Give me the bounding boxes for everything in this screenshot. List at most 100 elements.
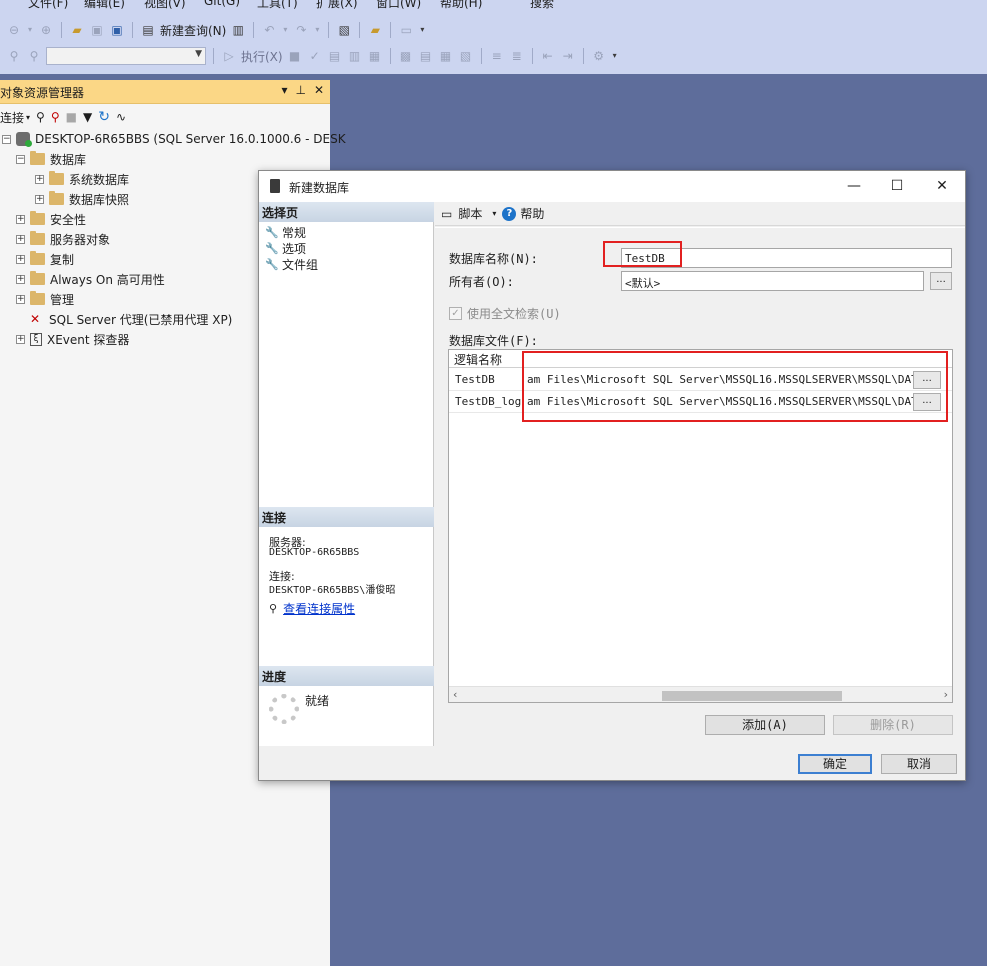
expand-icon[interactable]: + [16,334,25,344]
dropdown-arrow-icon[interactable]: ▾ [281,22,289,38]
help-button[interactable]: 帮助 [520,205,544,222]
path-browse-button[interactable]: ... [913,371,941,389]
db-name-input[interactable]: TestDB [621,248,952,268]
comment-icon[interactable]: ≡ [489,48,505,64]
filter-icon[interactable]: ▼ [83,110,92,124]
query-options-icon[interactable]: ▦ [367,48,383,64]
cancel-button[interactable]: 取消 [881,754,957,774]
scroll-right-icon[interactable]: › [944,688,948,701]
view-connection-properties-link[interactable]: 查看连接属性 [283,600,355,617]
results-to-file-icon[interactable]: ▧ [458,48,474,64]
fulltext-checkbox-row[interactable]: ✓ 使用全文检索(U) [449,305,561,322]
menu-edit[interactable]: 编辑(E) [84,0,125,10]
increase-indent-icon[interactable]: ⇥ [560,48,576,64]
maximize-icon[interactable]: ☐ [885,175,909,197]
undo-icon[interactable]: ↶ [261,22,277,38]
stop-icon[interactable]: ■ [287,48,303,64]
tree-node-databases[interactable]: − 数据库 [16,149,86,169]
disconnect-icon[interactable]: ⚲ [51,110,60,124]
open-folder-icon[interactable]: ▰ [69,22,85,38]
tree-node-xevent-profiler[interactable]: + ξ XEvent 探查器 [16,329,129,349]
change-connection-icon[interactable]: ⚲ [26,48,42,64]
back-icon[interactable]: ⊖ [6,22,22,38]
chevron-down-icon[interactable]: ▾ [26,113,30,122]
tree-node-database-snapshots[interactable]: + 数据库快照 [35,189,129,209]
col-logical-name[interactable]: 逻辑名称 [454,351,502,368]
uncomment-icon[interactable]: ≣ [509,48,525,64]
menu-extensions[interactable]: 扩展(X) [316,0,358,10]
connect-plug-icon[interactable]: ⚲ [36,110,45,124]
results-to-grid-icon[interactable]: ▦ [438,48,454,64]
query-file-icon[interactable]: ▥ [230,22,246,38]
expand-icon[interactable]: + [16,294,25,304]
page-filegroups[interactable]: 🔧 文件组 [265,256,318,272]
path-browse-button[interactable]: ... [913,393,941,411]
expand-icon[interactable]: + [35,174,44,184]
available-databases-combo[interactable]: ▼ [46,47,206,65]
refresh-icon[interactable]: ↻ [98,109,110,125]
tree-node-replication[interactable]: + 复制 [16,249,74,269]
forward-icon[interactable]: ⊕ [38,22,54,38]
page-options[interactable]: 🔧 选项 [265,240,306,256]
expand-icon[interactable]: + [16,234,25,244]
intellisense-icon[interactable]: ▩ [398,48,414,64]
minimize-icon[interactable]: — [842,175,866,197]
menu-window[interactable]: 窗口(W) [376,0,421,10]
save-icon[interactable]: ▣ [89,22,105,38]
save-all-icon[interactable]: ▣ [109,22,125,38]
execute-button[interactable]: 执行(X) [241,48,283,65]
menu-git[interactable]: Git(G) [204,0,240,8]
parse-check-icon[interactable]: ✓ [307,48,323,64]
tree-node-always-on[interactable]: + Always On 高可用性 [16,269,165,289]
dropdown-arrow-icon[interactable]: ▾ [313,22,321,38]
table-row[interactable]: TestDB am Files\Microsoft SQL Server\MSS… [449,369,952,391]
object-explorer-icon[interactable]: ▰ [367,22,383,38]
specify-values-icon[interactable]: ⚙ [591,48,607,64]
menu-help[interactable]: 帮助(H) [440,0,482,10]
fulltext-checkbox[interactable]: ✓ [449,307,462,320]
query-designer-icon[interactable]: ▥ [347,48,363,64]
menu-view[interactable]: 视图(V) [144,0,186,10]
decrease-indent-icon[interactable]: ⇤ [540,48,556,64]
redo-icon[interactable]: ↷ [293,22,309,38]
new-query-icon[interactable]: ▤ [140,22,156,38]
tree-node-security[interactable]: + 安全性 [16,209,86,229]
chevron-down-icon[interactable]: ▾ [492,209,496,218]
connect-plug-icon[interactable]: ⚲ [6,48,22,64]
new-query-button[interactable]: 新建查询(N) [160,22,226,39]
tree-node-server[interactable]: − DESKTOP-6R65BBS (SQL Server 16.0.1000.… [2,129,346,149]
remove-button[interactable]: 删除(R) [833,715,953,735]
menu-tools[interactable]: 工具(T) [257,0,298,10]
tree-node-server-objects[interactable]: + 服务器对象 [16,229,110,249]
dropdown-arrow-icon[interactable]: ▾ [26,22,34,38]
owner-browse-button[interactable]: ... [930,272,952,290]
toolbar-options-icon[interactable]: ▾ [611,48,619,64]
expand-icon[interactable]: + [35,194,44,204]
expand-icon[interactable]: + [16,274,25,284]
panel-menu-icon[interactable]: ▾ [281,83,287,97]
tree-node-system-databases[interactable]: + 系统数据库 [35,169,129,189]
toolbar-options-icon[interactable]: ▾ [418,22,426,38]
collapse-icon[interactable]: − [2,134,11,144]
menu-search[interactable]: 搜索 [530,0,554,10]
horizontal-scrollbar[interactable]: ‹ › [449,686,952,702]
collapse-icon[interactable]: − [16,154,25,164]
add-button[interactable]: 添加(A) [705,715,825,735]
expand-icon[interactable]: + [16,214,25,224]
close-icon[interactable]: ✕ [314,83,324,97]
execute-icon[interactable]: ▷ [221,48,237,64]
table-row[interactable]: TestDB_log am Files\Microsoft SQL Server… [449,391,952,413]
page-general[interactable]: 🔧 常规 [265,224,306,240]
scrollbar-thumb[interactable] [662,691,842,701]
results-to-text-icon[interactable]: ▤ [418,48,434,64]
pin-icon[interactable]: ⊥ [295,83,305,97]
activity-monitor-icon[interactable]: ▧ [336,22,352,38]
view-connection-properties[interactable]: ⚲ 查看连接属性 [269,600,355,617]
expand-icon[interactable]: + [16,254,25,264]
window-layout-icon[interactable]: ▭ [398,22,414,38]
scroll-left-icon[interactable]: ‹ [453,688,457,701]
tree-node-management[interactable]: + 管理 [16,289,74,309]
display-plan-icon[interactable]: ▤ [327,48,343,64]
stop-icon[interactable]: ■ [66,110,77,124]
ok-button[interactable]: 确定 [798,754,872,774]
